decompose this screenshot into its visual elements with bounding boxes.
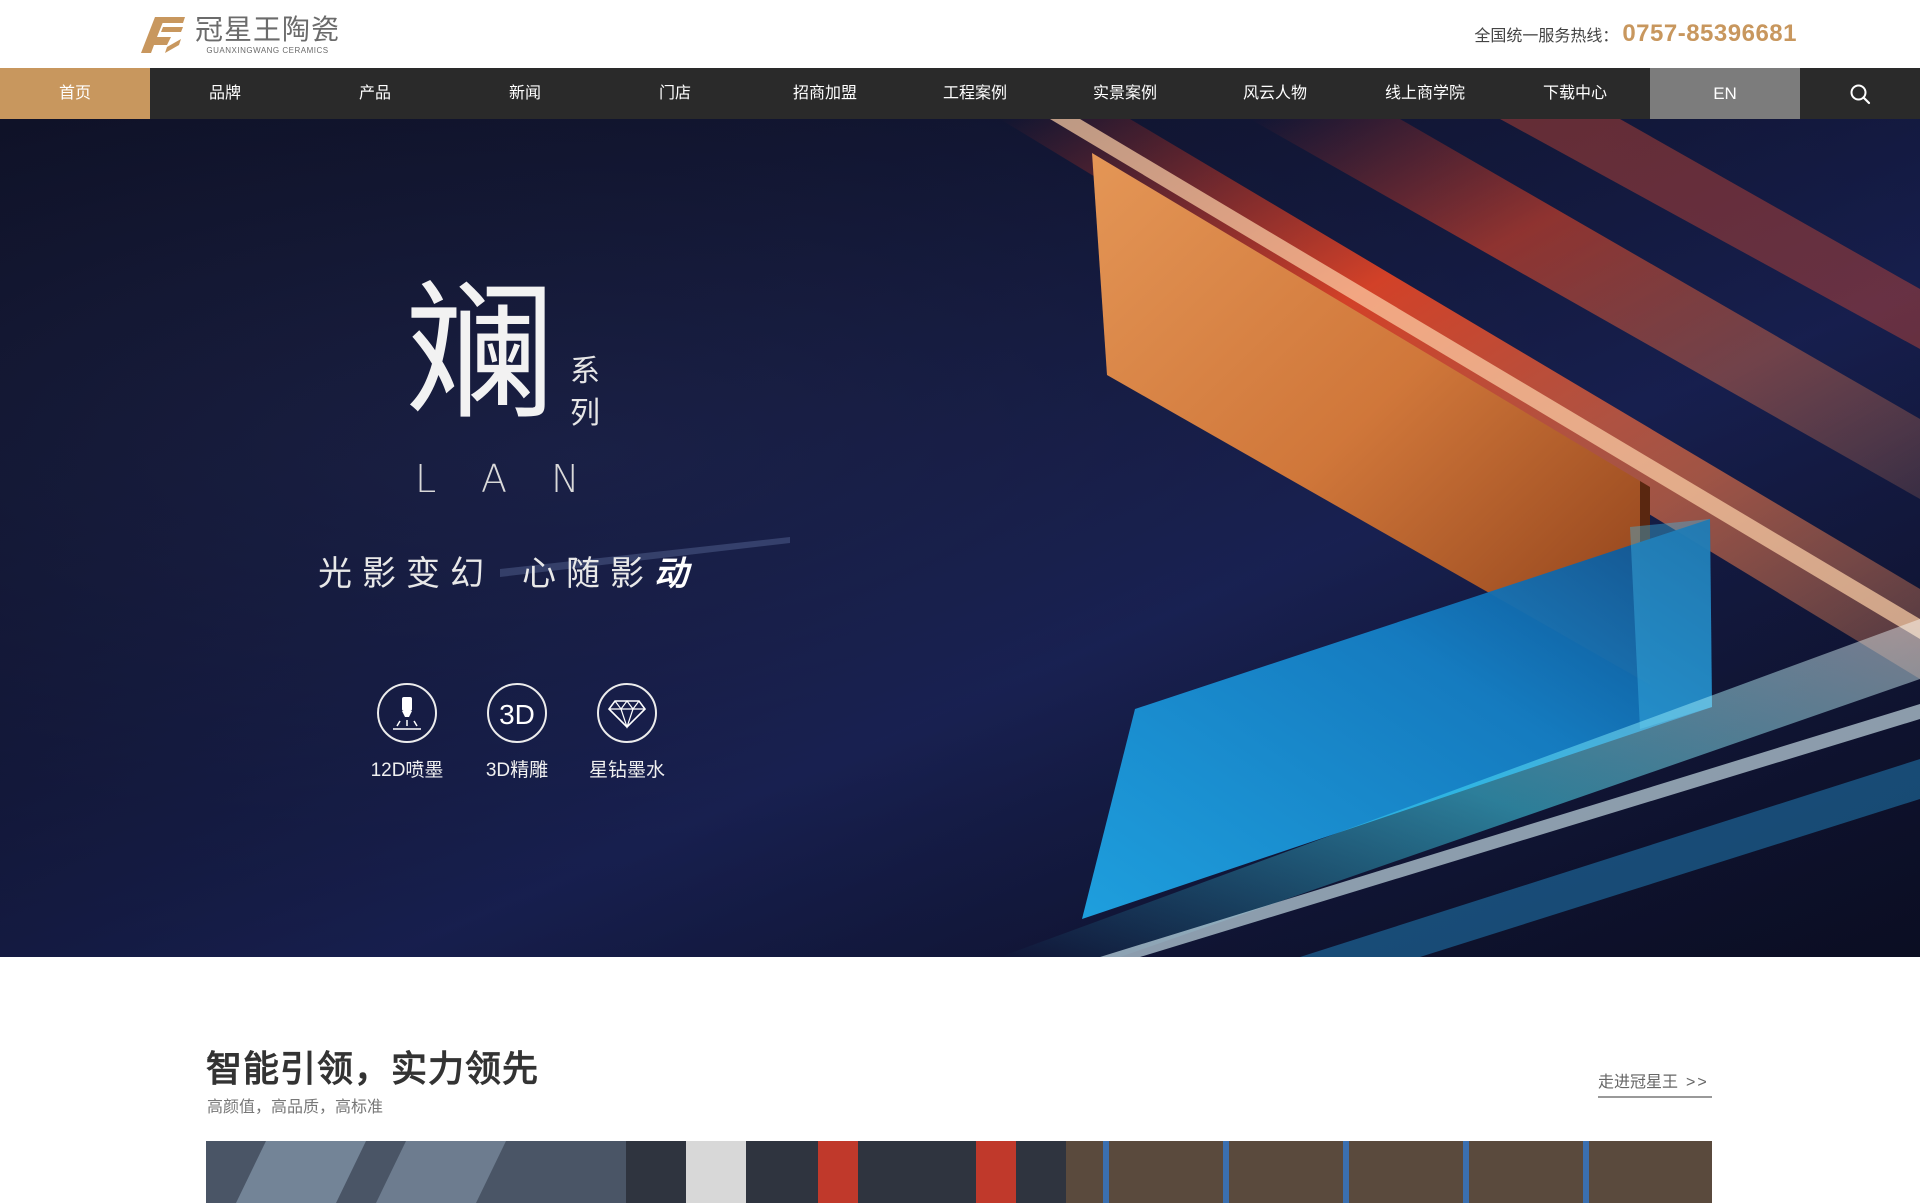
star-logo-icon: [141, 17, 185, 53]
feature-inkjet: 12D喷墨: [352, 683, 462, 782]
nav-item-franchise[interactable]: 招商加盟: [750, 68, 900, 119]
factory-photo-art: [206, 1141, 1712, 1203]
svg-text:3D: 3D: [499, 699, 535, 730]
3d-icon: 3D: [487, 683, 547, 743]
nav-item-engineering-cases[interactable]: 工程案例: [900, 68, 1050, 119]
nav-item-brand[interactable]: 品牌: [150, 68, 300, 119]
hotline-number[interactable]: 0757-85396681: [1622, 20, 1797, 48]
series-label: 系列: [570, 354, 600, 431]
hotline-label: 全国统一服务热线：: [1474, 28, 1619, 45]
service-hotline: 全国统一服务热线： 0757-85396681: [1474, 20, 1797, 48]
logo-text: 冠星王陶瓷 GUANXINGWANG CERAMICS: [195, 12, 341, 56]
search-button[interactable]: [1800, 68, 1920, 119]
nav-item-people[interactable]: 风云人物: [1200, 68, 1350, 119]
slogan-part-2: 心随影: [522, 554, 654, 594]
hero-banner[interactable]: 斓 系列 LAN 光影变幻 心随影动 12D喷墨 3D 3D精雕 星钻墨水: [0, 119, 1920, 957]
language-switch-en[interactable]: EN: [1650, 68, 1800, 119]
feature-star-diamond-ink: 星钻墨水: [572, 683, 682, 782]
slogan-emphasis: 动: [654, 554, 698, 594]
feature-label: 12D喷墨: [370, 760, 444, 781]
inkjet-nozzle-icon: [377, 683, 437, 743]
logo-name-en: GUANXINGWANG CERAMICS: [206, 45, 329, 55]
feature-label: 3D精雕: [485, 760, 549, 781]
nav-item-online-academy[interactable]: 线上商学院: [1350, 68, 1500, 119]
feature-label: 星钻墨水: [588, 760, 665, 781]
logo-name-cn: 冠星王陶瓷: [195, 12, 341, 46]
nav-item-real-cases[interactable]: 实景案例: [1050, 68, 1200, 119]
section-title: 智能引领，实力领先: [206, 1048, 540, 1089]
logo[interactable]: 冠星王陶瓷 GUANXINGWANG CERAMICS: [137, 14, 340, 56]
factory-photo: [206, 1141, 1712, 1203]
section-subtitle: 高颜值，高品质，高标准: [207, 1099, 384, 1116]
feature-3d-carving: 3D 3D精雕: [462, 683, 572, 782]
banner-background-art: [0, 119, 1920, 957]
slogan-part-1: 光影变幻: [318, 554, 494, 594]
top-header: 冠星王陶瓷 GUANXINGWANG CERAMICS 全国统一服务热线： 07…: [0, 0, 1920, 68]
series-name-en: LAN: [415, 457, 624, 501]
nav-item-products[interactable]: 产品: [300, 68, 450, 119]
main-nav: 首页 品牌 产品 新闻 门店 招商加盟 工程案例 实景案例 风云人物 线上商学院…: [0, 68, 1920, 119]
more-link-label: 走进冠星王: [1598, 1074, 1679, 1091]
nav-item-downloads[interactable]: 下载中心: [1500, 68, 1650, 119]
more-arrow: >>: [1686, 1074, 1709, 1091]
nav-item-stores[interactable]: 门店: [600, 68, 750, 119]
search-icon: [1850, 84, 1871, 104]
feature-list: 12D喷墨 3D 3D精雕 星钻墨水: [352, 683, 682, 782]
about-more-link[interactable]: 走进冠星王 >>: [1598, 1068, 1712, 1098]
nav-item-news[interactable]: 新闻: [450, 68, 600, 119]
series-character: 斓: [405, 267, 556, 441]
banner-slogan: 光影变幻 心随影动: [318, 546, 698, 595]
nav-item-home[interactable]: 首页: [0, 68, 150, 119]
diamond-icon: [597, 683, 657, 743]
